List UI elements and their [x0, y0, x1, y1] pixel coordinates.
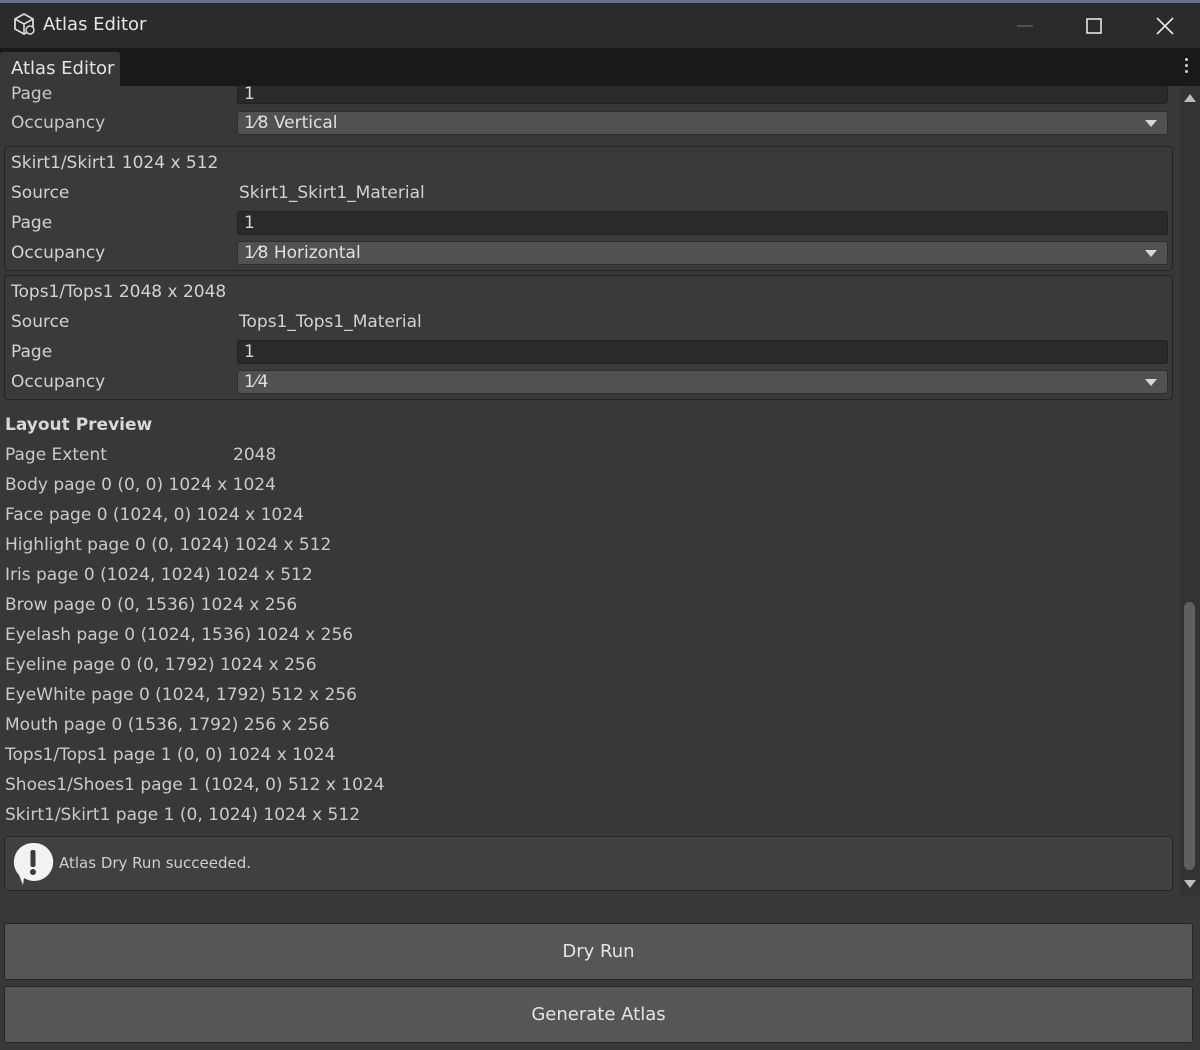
chevron-down-icon — [1145, 379, 1157, 386]
scroll-down-icon[interactable] — [1184, 880, 1196, 888]
layout-preview-line: Body page 0 (0, 0) 1024 x 1024 — [5, 475, 276, 495]
source-value: Skirt1_Skirt1_Material — [239, 183, 425, 203]
page-label: Page — [11, 342, 53, 362]
chevron-down-icon — [1145, 250, 1157, 257]
dry-run-button[interactable]: Dry Run — [4, 923, 1193, 980]
vertical-scrollbar[interactable] — [1180, 86, 1200, 896]
occupancy-value: 1⁄8 Horizontal — [244, 243, 361, 263]
inspector-content: Page 1 Occupancy 1⁄8 Vertical Skirt1/Ski… — [0, 86, 1180, 896]
page-extent-label: Page Extent — [5, 445, 107, 465]
occupancy-value: 1⁄8 Vertical — [244, 113, 338, 133]
source-value: Tops1_Tops1_Material — [239, 312, 422, 332]
minimize-icon — [1017, 25, 1033, 27]
layout-preview-line: Shoes1/Shoes1 page 1 (1024, 0) 512 x 102… — [5, 775, 385, 795]
layout-preview-line: EyeWhite page 0 (1024, 1792) 512 x 256 — [5, 685, 357, 705]
layout-preview-line: Highlight page 0 (0, 1024) 1024 x 512 — [5, 535, 332, 555]
page-label: Page — [11, 213, 53, 233]
help-message: Atlas Dry Run succeeded. — [59, 854, 252, 872]
minimize-button[interactable] — [990, 3, 1060, 48]
unity-cube-icon — [14, 12, 35, 36]
occupancy-dropdown[interactable]: 1⁄8 Horizontal — [237, 241, 1168, 265]
entry-box: Tops1/Tops1 2048 x 2048 Source Tops1_Top… — [4, 275, 1173, 400]
layout-preview-line: Eyelash page 0 (1024, 1536) 1024 x 256 — [5, 625, 354, 645]
layout-preview-line: Tops1/Tops1 page 1 (0, 0) 1024 x 1024 — [5, 745, 336, 765]
page-field[interactable]: 1 — [237, 340, 1168, 364]
help-box: Atlas Dry Run succeeded. — [4, 836, 1173, 891]
close-icon — [1156, 17, 1174, 35]
window-title: Atlas Editor — [43, 14, 147, 35]
scroll-thumb[interactable] — [1184, 602, 1195, 870]
kebab-menu-icon[interactable] — [1182, 58, 1190, 76]
tab-bar: Atlas Editor — [0, 48, 1200, 86]
page-extent-value: 2048 — [233, 445, 277, 465]
window-title-bar: Atlas Editor — [0, 0, 1200, 48]
maximize-button[interactable] — [1059, 3, 1129, 48]
occupancy-dropdown[interactable]: 1⁄8 Vertical — [237, 111, 1168, 135]
entry-header: Tops1/Tops1 2048 x 2048 — [11, 282, 227, 302]
occupancy-dropdown[interactable]: 1⁄4 — [237, 370, 1168, 394]
occupancy-label: Occupancy — [11, 243, 106, 263]
layout-preview-line: Iris page 0 (1024, 1024) 1024 x 512 — [5, 565, 313, 585]
maximize-icon — [1086, 18, 1102, 34]
occupancy-label: Occupancy — [11, 372, 106, 392]
generate-atlas-button[interactable]: Generate Atlas — [4, 986, 1193, 1043]
layout-preview-title: Layout Preview — [5, 415, 153, 435]
layout-preview-line: Brow page 0 (0, 1536) 1024 x 256 — [5, 595, 298, 615]
page-field[interactable]: 1 — [237, 211, 1168, 235]
tab-atlas-editor[interactable]: Atlas Editor — [0, 52, 120, 86]
layout-preview-line: Mouth page 0 (1536, 1792) 256 x 256 — [5, 715, 330, 735]
close-button[interactable] — [1130, 3, 1200, 48]
scroll-up-icon[interactable] — [1184, 94, 1196, 102]
source-label: Source — [11, 183, 70, 203]
entry-header: Skirt1/Skirt1 1024 x 512 — [11, 153, 219, 173]
info-icon — [13, 842, 54, 885]
entry-box: Skirt1/Skirt1 1024 x 512 Source Skirt1_S… — [4, 146, 1173, 271]
chevron-down-icon — [1145, 120, 1157, 127]
layout-preview-line: Eyeline page 0 (0, 1792) 1024 x 256 — [5, 655, 317, 675]
page-label: Page — [11, 86, 53, 104]
layout-preview-line: Face page 0 (1024, 0) 1024 x 1024 — [5, 505, 304, 525]
layout-preview-line: Skirt1/Skirt1 page 1 (0, 1024) 1024 x 51… — [5, 805, 361, 825]
page-field[interactable]: 1 — [237, 86, 1168, 104]
source-label: Source — [11, 312, 70, 332]
occupancy-label: Occupancy — [11, 113, 106, 133]
occupancy-value: 1⁄4 — [244, 372, 269, 392]
